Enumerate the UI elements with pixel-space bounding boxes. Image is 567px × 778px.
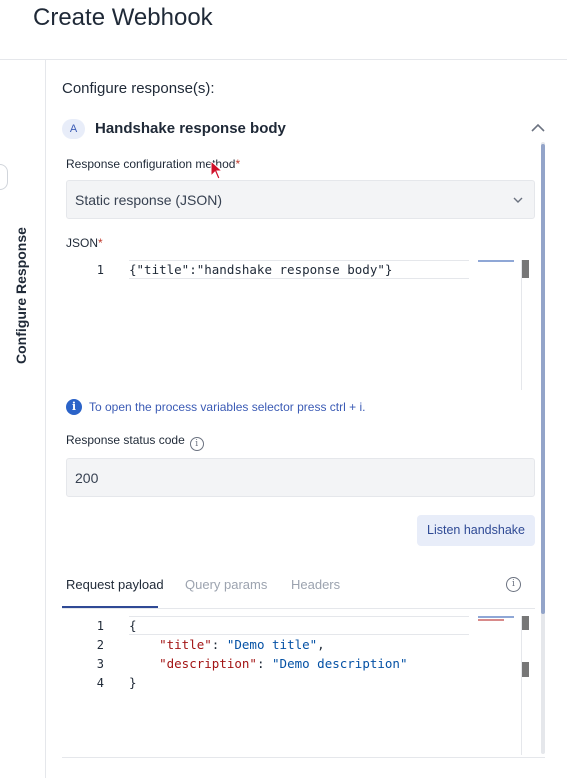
json-label: JSON* <box>66 236 103 250</box>
tab-request-payload[interactable]: Request payload <box>66 577 164 592</box>
info-icon: i <box>66 399 82 415</box>
panel-scrollbar-thumb[interactable] <box>541 144 545 614</box>
payload-code-line: "description": "Demo description" <box>159 656 408 671</box>
line-number: 3 <box>96 657 104 671</box>
panel-scrollbar[interactable] <box>541 142 545 754</box>
tab-headers[interactable]: Headers <box>291 577 340 592</box>
help-icon[interactable]: i <box>189 437 204 451</box>
line-number: 1 <box>96 263 104 277</box>
line-number: 4 <box>96 676 104 690</box>
accordion-title[interactable]: Handshake response body <box>95 120 286 137</box>
listen-handshake-button[interactable]: Listen handshake <box>417 515 535 546</box>
response-method-select[interactable]: Static response (JSON) <box>66 180 535 219</box>
info-text: To open the process variables selector p… <box>89 400 366 414</box>
payload-code-line: } <box>129 675 137 690</box>
status-code-value: 200 <box>75 470 99 486</box>
editor-minimap <box>478 619 504 621</box>
active-tab-indicator <box>62 606 158 608</box>
editor-minimap <box>478 260 514 262</box>
side-tab-configure-response[interactable]: Configure Response <box>13 87 29 364</box>
payload-code-line: "title": "Demo title", <box>159 637 325 652</box>
response-method-value: Static response (JSON) <box>75 192 223 208</box>
payload-editor[interactable]: 1 2 3 4 { "title": "Demo title", "descri… <box>66 615 535 755</box>
create-webhook-page: Create Webhook Configure Response Config… <box>0 0 567 778</box>
page-title: Create Webhook <box>33 4 213 31</box>
line-number: 1 <box>96 619 104 633</box>
chevron-up-icon[interactable] <box>530 120 546 136</box>
page-header: Create Webhook <box>0 0 567 60</box>
status-code-input[interactable]: 200 <box>66 458 535 497</box>
status-code-label: Response status code i <box>66 433 204 451</box>
editor-scroll-marker <box>522 662 529 677</box>
configure-responses-title: Configure response(s): <box>62 80 215 97</box>
panel-divider <box>62 757 545 758</box>
tab-query-params[interactable]: Query params <box>185 577 267 592</box>
configure-response-panel: Configure response(s): A Handshake respo… <box>46 60 567 778</box>
chevron-down-icon <box>513 197 523 203</box>
editor-scroll-thumb[interactable] <box>522 616 529 630</box>
side-tab-bar: Configure Response <box>0 60 46 778</box>
json-code-line: {"title":"handshake response body"} <box>129 262 393 277</box>
line-number: 2 <box>96 638 104 652</box>
mouse-pointer-icon <box>210 160 224 180</box>
tabs-info-icon[interactable]: i <box>506 577 521 592</box>
editor-minimap <box>478 616 514 618</box>
editor-scrollbar[interactable] <box>521 616 535 755</box>
json-editor[interactable]: 1 {"title":"handshake response body"} <box>66 256 535 390</box>
collapse-handle[interactable] <box>0 164 8 190</box>
editor-scrollbar[interactable] <box>521 260 535 390</box>
current-line-highlight <box>129 616 469 635</box>
accordion-badge: A <box>62 119 85 139</box>
side-tab-label: Configure Response <box>13 227 29 364</box>
editor-scroll-thumb[interactable] <box>522 260 529 278</box>
payload-code-line: { <box>129 618 137 633</box>
payload-tabs: Request payload Query params Headers i <box>62 568 535 609</box>
